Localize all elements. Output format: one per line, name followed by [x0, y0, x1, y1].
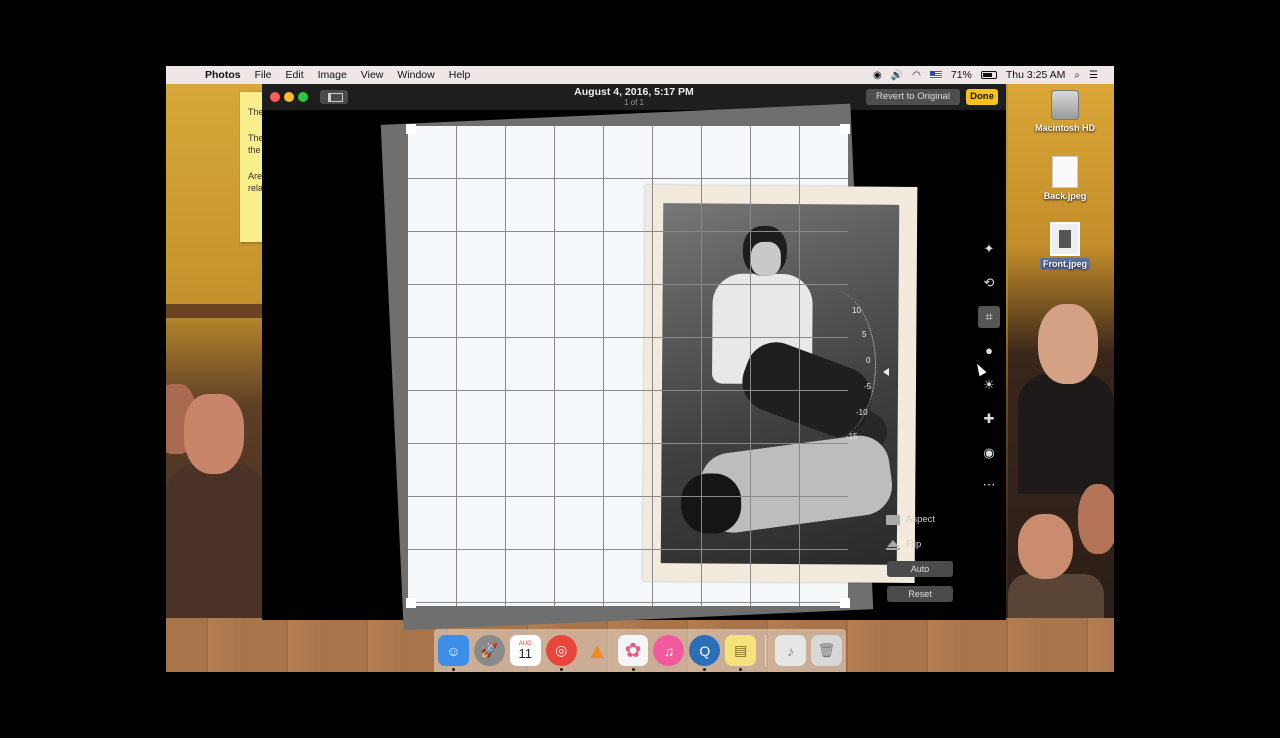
desktop-icon-label: Macintosh HD — [1034, 123, 1095, 133]
dock-chrome[interactable]: ◎ — [545, 635, 577, 671]
trash-icon: 🗑 — [817, 642, 836, 658]
dial-tick-label: -10 — [856, 408, 868, 417]
dial-tick-label: 10 — [852, 306, 861, 315]
rotate-icon[interactable]: ⟲ — [978, 272, 1000, 294]
retouch-bandage-icon[interactable]: ✚ — [978, 408, 1000, 430]
image-file-icon — [1050, 222, 1080, 256]
desktop-icon-macintosh-hd[interactable]: Macintosh HD — [1025, 90, 1105, 133]
crop-handle-bottom-right[interactable] — [840, 598, 850, 608]
desktop-icon-back-jpeg[interactable]: Back.jpeg — [1025, 156, 1105, 201]
revert-to-original-button[interactable]: Revert to Original — [866, 89, 960, 105]
menu-image[interactable]: Image — [311, 69, 354, 81]
chrome-icon: ◎ — [555, 642, 568, 658]
dock-photos[interactable]: ✿ — [617, 635, 649, 671]
menu-view[interactable]: View — [354, 69, 391, 81]
menu-app-photos[interactable]: Photos — [198, 69, 248, 81]
dial-arc — [786, 290, 876, 440]
vlc-cone-icon: ▲ — [586, 637, 608, 663]
title-bar: August 4, 2016, 5:17 PM 1 of 1 Revert to… — [262, 84, 1006, 110]
hard-drive-icon — [1051, 90, 1079, 120]
desktop-icon-label: Front.jpeg — [1040, 258, 1090, 270]
menu-file[interactable]: File — [248, 69, 279, 81]
stickies-icon: ▤ — [734, 642, 748, 658]
dial-tick-label: 0 — [866, 356, 871, 365]
photos-edit-window: August 4, 2016, 5:17 PM 1 of 1 Revert to… — [262, 84, 1006, 631]
notification-center-icon[interactable]: ☰ — [1089, 70, 1098, 81]
desktop-screen: Photos File Edit Image View Window Help … — [166, 66, 1114, 672]
dock-vlc[interactable]: ▲ — [582, 635, 613, 666]
flip-control[interactable]: Flip — [886, 539, 921, 550]
dial-tick-label: 5 — [862, 330, 867, 339]
dock-music-file[interactable]: ♪ — [775, 635, 807, 666]
menu-bar: Photos File Edit Image View Window Help … — [166, 66, 1114, 84]
dock-stickies[interactable]: ▤ — [725, 635, 757, 671]
edit-canvas: 10 5 0 -5 -10 -15 ✦ ⟲ ⌗ ● ☀ ✚ ◉ ⋯ Aspect — [262, 103, 1006, 631]
flip-icon — [886, 539, 900, 550]
spotlight-search-icon[interactable]: ⌕ — [1074, 70, 1080, 81]
dock: ☺ 🚀 AUG 11 ◎ ▲ ✿ ♫ Q ▤ ♪ 🗑 — [434, 629, 846, 672]
dial-pointer — [883, 368, 889, 376]
image-file-icon — [1052, 156, 1078, 188]
battery-percent[interactable]: 71% — [951, 69, 972, 81]
wifi-icon[interactable]: ◠ — [912, 70, 921, 81]
input-source-flag-icon[interactable] — [929, 71, 942, 79]
desktop-icon-label: Back.jpeg — [1043, 191, 1087, 201]
photos-flower-icon: ✿ — [624, 640, 642, 662]
aspect-control[interactable]: Aspect — [886, 514, 935, 525]
launchpad-icon: 🚀 — [480, 642, 499, 658]
battery-icon[interactable] — [980, 71, 997, 79]
rotation-dial[interactable]: 10 5 0 -5 -10 -15 — [846, 290, 889, 450]
more-icon[interactable]: ⋯ — [978, 474, 1000, 496]
dial-tick-label: -15 — [846, 432, 858, 441]
menu-clock[interactable]: Thu 3:25 AM — [1006, 69, 1066, 81]
quicktime-icon: Q — [699, 642, 711, 659]
finder-icon: ☺ — [446, 642, 461, 659]
dock-trash[interactable]: 🗑 — [811, 635, 842, 666]
dock-launchpad[interactable]: 🚀 — [473, 635, 505, 666]
done-button[interactable]: Done — [966, 89, 998, 105]
calendar-day: 11 — [518, 646, 533, 661]
aspect-label: Aspect — [906, 514, 936, 525]
flip-label: Flip — [906, 539, 922, 550]
aspect-icon — [886, 514, 900, 525]
music-file-icon: ♪ — [787, 642, 795, 659]
crop-handle-bottom-left[interactable] — [406, 598, 416, 608]
dock-quicktime[interactable]: Q — [689, 635, 721, 671]
menu-edit[interactable]: Edit — [279, 69, 311, 81]
dock-separator — [765, 634, 767, 667]
crop-handle-top-right[interactable] — [840, 124, 850, 134]
menu-help[interactable]: Help — [442, 69, 478, 81]
dial-tick-label: -5 — [864, 382, 872, 391]
reset-button[interactable]: Reset — [887, 586, 953, 602]
dock-itunes[interactable]: ♫ — [653, 635, 685, 666]
crop-area[interactable] — [406, 124, 918, 608]
dock-finder[interactable]: ☺ — [438, 635, 469, 671]
record-icon[interactable]: ◉ — [873, 70, 882, 81]
volume-icon[interactable]: 🔊 — [891, 70, 903, 81]
crop-handle-top-left[interactable] — [406, 124, 416, 134]
menu-window[interactable]: Window — [390, 69, 441, 81]
filters-icon[interactable]: ● — [978, 340, 1000, 362]
crop-icon[interactable]: ⌗ — [978, 306, 1000, 328]
dock-calendar[interactable]: AUG 11 — [509, 635, 541, 666]
red-eye-icon[interactable]: ◉ — [978, 442, 1000, 464]
adjust-icon[interactable]: ☀ — [978, 374, 1000, 396]
desktop-icon-front-jpeg[interactable]: Front.jpeg — [1025, 222, 1105, 270]
auto-button[interactable]: Auto — [887, 561, 953, 577]
enhance-wand-icon[interactable]: ✦ — [978, 238, 1000, 260]
itunes-note-icon: ♫ — [663, 642, 675, 659]
